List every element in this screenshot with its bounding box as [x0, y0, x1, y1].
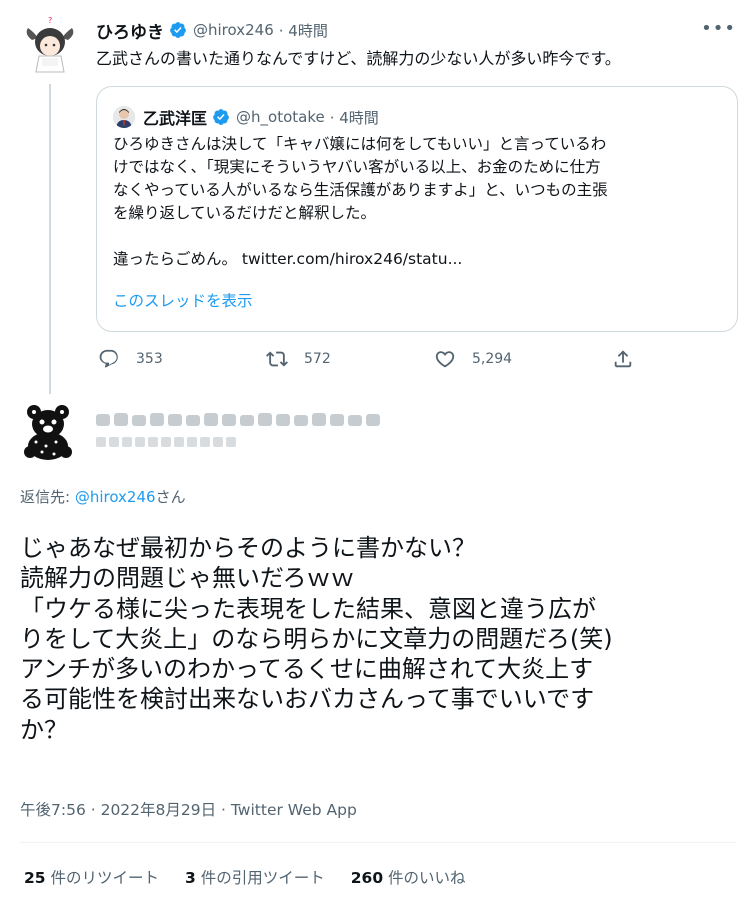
svg-text:?: ? — [48, 16, 52, 25]
reply-button[interactable]: 353 — [98, 348, 163, 370]
retweets-stat-count: 25 — [24, 869, 46, 887]
main-text-line: じゃあなぜ最初からそのように書かない？ — [20, 534, 476, 562]
retweets-stat-link[interactable]: 25 件のリツイート — [24, 866, 159, 888]
more-options-icon[interactable]: ••• — [701, 20, 736, 38]
parent-tweet-header: ひろゆき @hirox246 · 4時間 — [96, 18, 328, 43]
quoted-author-avatar — [113, 106, 135, 128]
quoted-author-handle: @h_ototake — [236, 108, 325, 126]
verified-badge-icon — [213, 109, 229, 125]
parent-avatar[interactable]: ? — [22, 14, 78, 74]
engagement-stats: 25 件のリツイート 3 件の引用ツイート 260 件のいいね — [24, 866, 492, 888]
quoted-tweet-card[interactable]: 乙武洋匡 @h_ototake · 4時間 ひろゆきさんは決して「キャバ嬢には何… — [96, 86, 738, 332]
retweet-button[interactable]: 572 — [266, 348, 331, 370]
quoted-text-line: を繰り返しているだけだと解釈した。 — [113, 204, 377, 222]
share-button[interactable] — [612, 348, 650, 370]
reply-to-handle-link[interactable]: @hirox246 — [75, 488, 156, 506]
quoted-tweet-header: 乙武洋匡 @h_ototake · 4時間 — [143, 105, 379, 129]
reply-to-suffix: さん — [155, 488, 186, 506]
quoted-text-line: 違ったらごめん。 twitter.com/hirox246/statu... — [113, 250, 463, 268]
likes-stat-link[interactable]: 260 件のいいね — [351, 866, 466, 888]
verified-badge-icon — [170, 22, 186, 38]
quoted-tweet-time: · 4時間 — [329, 108, 379, 127]
retweet-count: 572 — [304, 351, 331, 367]
quotes-stat-label: 件の引用ツイート — [195, 869, 325, 887]
reply-icon — [99, 349, 118, 368]
like-button[interactable]: 5,294 — [434, 348, 512, 370]
like-count: 5,294 — [472, 351, 513, 367]
reply-to-line: 返信先: @hirox246さん — [20, 486, 186, 507]
stats-divider — [20, 842, 736, 843]
main-author-avatar[interactable] — [22, 402, 74, 460]
quoted-text-line: なくやっている人がいるなら生活保護がありますよ」と、いつもの主張 — [113, 181, 608, 199]
reply-to-prefix: 返信先: — [20, 488, 75, 506]
likes-stat-count: 260 — [350, 869, 384, 887]
parent-author-handle[interactable]: @hirox246 — [193, 21, 274, 39]
main-author-handle-redacted[interactable] — [96, 434, 246, 450]
main-tweet-text: じゃあなぜ最初からそのように書かない？ 読解力の問題じゃ無いだろｗｗ 「ウケる様… — [20, 533, 740, 745]
main-text-line: アンチが多いのわかってるくせに曲解されて大炎上す — [20, 655, 594, 684]
retweets-stat-label: 件のリツイート — [45, 869, 160, 887]
parent-tweet-time[interactable]: · 4時間 — [279, 20, 328, 41]
quoted-text-line — [113, 225, 723, 248]
tweet-action-bar: 353 572 5,294 — [96, 348, 641, 374]
quoted-author-name: 乙武洋匡 — [143, 109, 208, 128]
main-text-line: 読解力の問題じゃ無いだろｗｗ — [20, 564, 355, 593]
thread-connector-line — [49, 84, 51, 394]
quoted-text-line: けではなく、「現実にそういうヤバい客がいる以上、お金のために仕方 — [113, 158, 601, 176]
heart-icon — [435, 351, 455, 368]
main-text-line: る可能性を検討出来ないおバカさんって事でいいです — [20, 685, 595, 714]
retweet-icon — [266, 351, 288, 367]
share-icon — [614, 350, 632, 368]
quotes-stat-link[interactable]: 3 件の引用ツイート — [185, 866, 325, 888]
likes-stat-label: 件のいいね — [383, 869, 466, 887]
main-text-line: 「ウケる様に尖った表現をした結果、意図と違う広が — [20, 594, 596, 623]
parent-author-name[interactable]: ひろゆき — [96, 18, 164, 43]
main-author-name-redacted[interactable] — [96, 410, 396, 430]
reply-count: 353 — [136, 351, 163, 367]
main-tweet-timestamp[interactable]: 午後7:56 · 2022年8月29日 · Twitter Web App — [20, 798, 357, 820]
quoted-text-line: ひろゆきさんは決して「キャバ嬢には何をしてもいい」と言っているわ — [113, 135, 607, 153]
show-thread-link[interactable]: このスレッドを表示 — [113, 289, 253, 311]
quotes-stat-count: 3 — [185, 869, 196, 887]
quoted-tweet-text: ひろゆきさんは決して「キャバ嬢には何をしてもいい」と言っているわ けではなく、「… — [113, 133, 723, 271]
main-text-line: りをして大炎上」のなら明らかに文章力の問題だろ(笑) — [20, 624, 613, 653]
parent-tweet-text: 乙武さんの書いた通りなんですけど、読解力の少ない人が多い昨今です。 — [96, 49, 621, 68]
main-text-line: か？ — [20, 715, 68, 744]
